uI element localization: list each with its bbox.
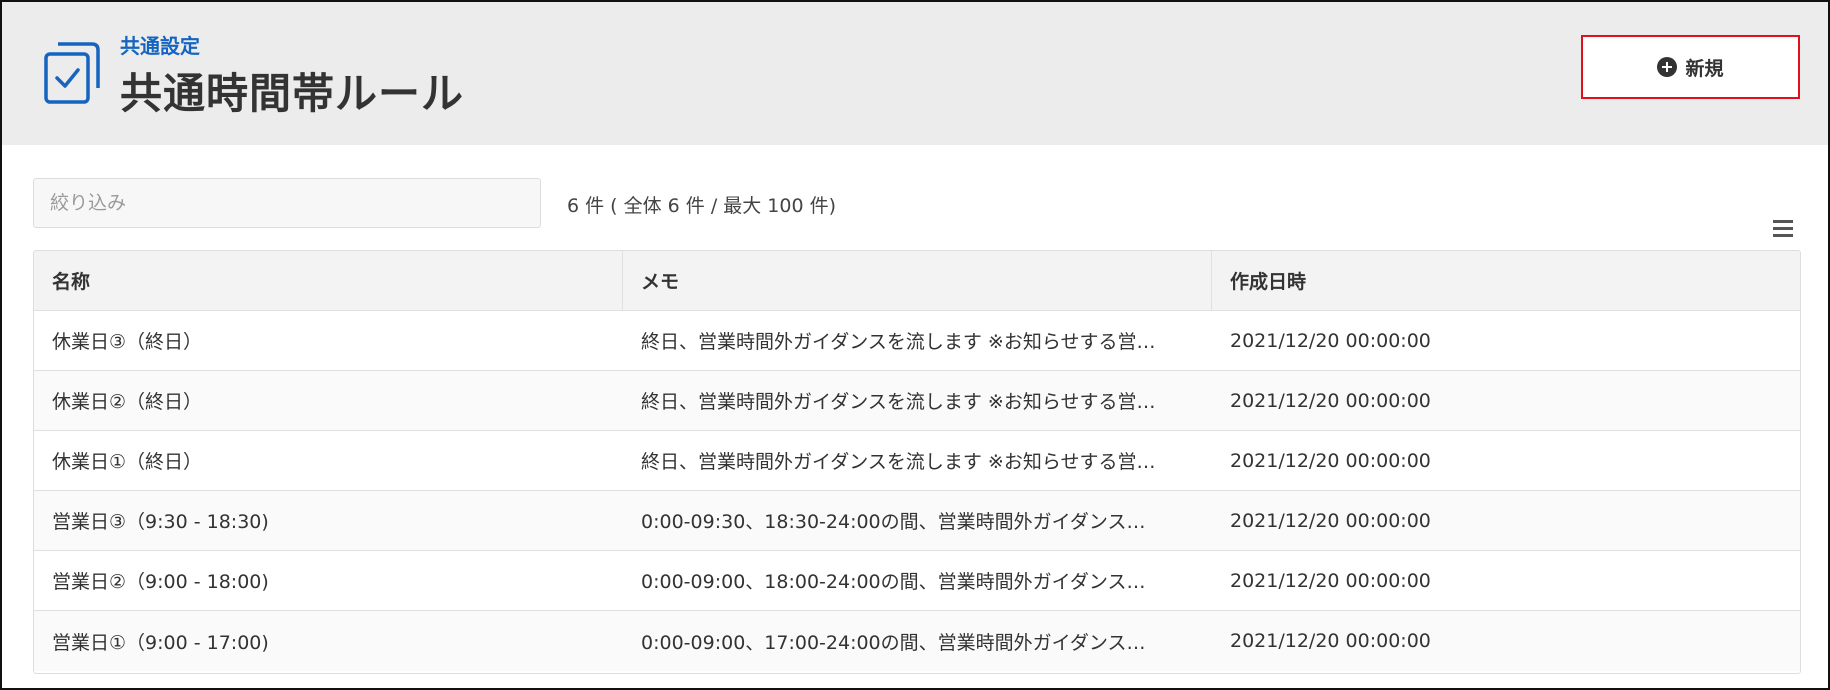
page-header: 共通設定 共通時間帯ルール 新規: [2, 2, 1828, 145]
table-row[interactable]: 営業日②（9:00 - 18:00) 0:00-09:00、18:00-24:0…: [34, 551, 1800, 611]
table-row[interactable]: 営業日③（9:30 - 18:30) 0:00-09:30、18:30-24:0…: [34, 491, 1800, 551]
cell-memo: 終日、営業時間外ガイダンスを流します ※お知らせする営…: [623, 311, 1212, 370]
plus-circle-icon: [1657, 57, 1678, 77]
cell-created: 2021/12/20 00:00:00: [1230, 329, 1431, 352]
cell-created: 2021/12/20 00:00:00: [1230, 449, 1431, 472]
cell-name: 休業日②（終日）: [52, 391, 203, 413]
cell-name: 営業日①（9:00 - 17:00): [52, 631, 269, 654]
filter-input[interactable]: [33, 178, 541, 228]
memo-text: 終日、営業時間外ガイダンスを流します ※お知らせする営…: [641, 451, 1156, 473]
memo-text: 0:00-09:00、17:00-24:00の間、営業時間外ガイダンス…: [641, 631, 1146, 654]
cell-name: 休業日①（終日）: [52, 451, 203, 473]
cell-memo: 0:00-09:00、18:00-24:00の間、営業時間外ガイダンス…: [623, 551, 1212, 610]
column-header-name[interactable]: 名称: [34, 251, 623, 310]
checklist-icon: [44, 42, 100, 104]
memo-text: 終日、営業時間外ガイダンスを流します ※お知らせする営…: [641, 391, 1156, 413]
table-header-row: 名称 メモ 作成日時: [34, 251, 1800, 311]
page-title: 共通時間帯ルール: [120, 69, 465, 118]
memo-text: 0:00-09:30、18:30-24:00の間、営業時間外ガイダンス…: [641, 511, 1146, 533]
table-row[interactable]: 営業日①（9:00 - 17:00) 0:00-09:00、17:00-24:0…: [34, 611, 1800, 671]
cell-name: 営業日③（9:30 - 18:30): [52, 511, 269, 533]
breadcrumb[interactable]: 共通設定: [120, 30, 200, 59]
memo-text: 終日、営業時間外ガイダンスを流します ※お知らせする営…: [641, 331, 1156, 353]
column-header-memo[interactable]: メモ: [623, 251, 1212, 310]
table-row[interactable]: 休業日③（終日） 終日、営業時間外ガイダンスを流します ※お知らせする営… 20…: [34, 311, 1800, 371]
result-count: 6 件 ( 全体 6 件 / 最大 100 件): [567, 195, 837, 217]
table-row[interactable]: 休業日②（終日） 終日、営業時間外ガイダンスを流します ※お知らせする営… 20…: [34, 371, 1800, 431]
table-row[interactable]: 休業日①（終日） 終日、営業時間外ガイダンスを流します ※お知らせする営… 20…: [34, 431, 1800, 491]
hamburger-menu-icon[interactable]: [1773, 220, 1793, 238]
app-window: 共通設定 共通時間帯ルール 新規 6 件 ( 全体 6 件 / 最大 100 件…: [0, 0, 1830, 690]
column-header-created[interactable]: 作成日時: [1212, 251, 1800, 310]
cell-name: 休業日③（終日）: [52, 331, 203, 353]
cell-name: 営業日②（9:00 - 18:00): [52, 571, 269, 593]
cell-created: 2021/12/20 00:00:00: [1230, 630, 1431, 652]
new-button[interactable]: 新規: [1581, 35, 1800, 99]
rules-table: 名称 メモ 作成日時 休業日③（終日） 終日、営業時間外ガイダンスを流します ※…: [33, 250, 1801, 674]
cell-created: 2021/12/20 00:00:00: [1230, 509, 1431, 532]
cell-created: 2021/12/20 00:00:00: [1230, 569, 1431, 592]
cell-memo: 0:00-09:30、18:30-24:00の間、営業時間外ガイダンス…: [623, 491, 1212, 550]
memo-text: 0:00-09:00、18:00-24:00の間、営業時間外ガイダンス…: [641, 571, 1146, 593]
new-button-label: 新規: [1685, 57, 1724, 80]
cell-memo: 0:00-09:00、17:00-24:00の間、営業時間外ガイダンス…: [623, 611, 1212, 671]
cell-memo: 終日、営業時間外ガイダンスを流します ※お知らせする営…: [623, 371, 1212, 430]
cell-created: 2021/12/20 00:00:00: [1230, 389, 1431, 412]
cell-memo: 終日、営業時間外ガイダンスを流します ※お知らせする営…: [623, 431, 1212, 490]
